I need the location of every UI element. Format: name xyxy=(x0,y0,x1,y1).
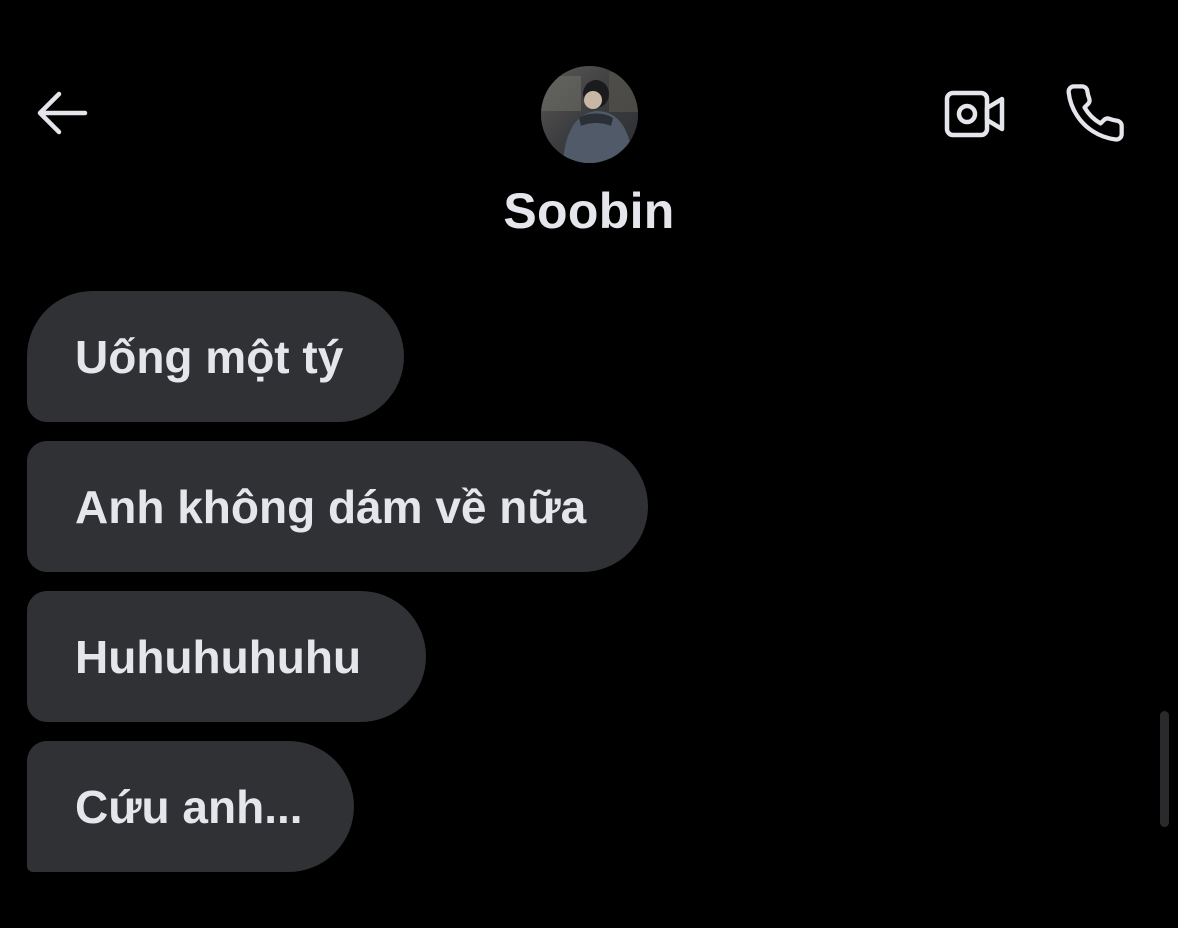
message-bubble[interactable]: Uống một tý xyxy=(27,291,404,422)
contact-name[interactable]: Soobin xyxy=(0,182,1178,240)
voice-call-button[interactable] xyxy=(1060,80,1130,146)
message-bubble[interactable]: Cứu anh... xyxy=(27,741,354,872)
back-arrow-icon xyxy=(37,91,88,135)
video-camera-icon xyxy=(944,90,1005,138)
phone-icon xyxy=(1066,84,1124,142)
avatar[interactable] xyxy=(541,66,638,163)
video-call-button[interactable] xyxy=(940,84,1010,144)
scrollbar-thumb[interactable] xyxy=(1160,711,1169,827)
message-bubble[interactable]: Huhuhuhuhu xyxy=(27,591,426,722)
avatar-photo xyxy=(541,66,638,163)
message-list: Uống một tý Anh không dám về nữa Huhuhuh… xyxy=(27,291,648,872)
back-button[interactable] xyxy=(30,86,92,140)
message-bubble[interactable]: Anh không dám về nữa xyxy=(27,441,648,572)
